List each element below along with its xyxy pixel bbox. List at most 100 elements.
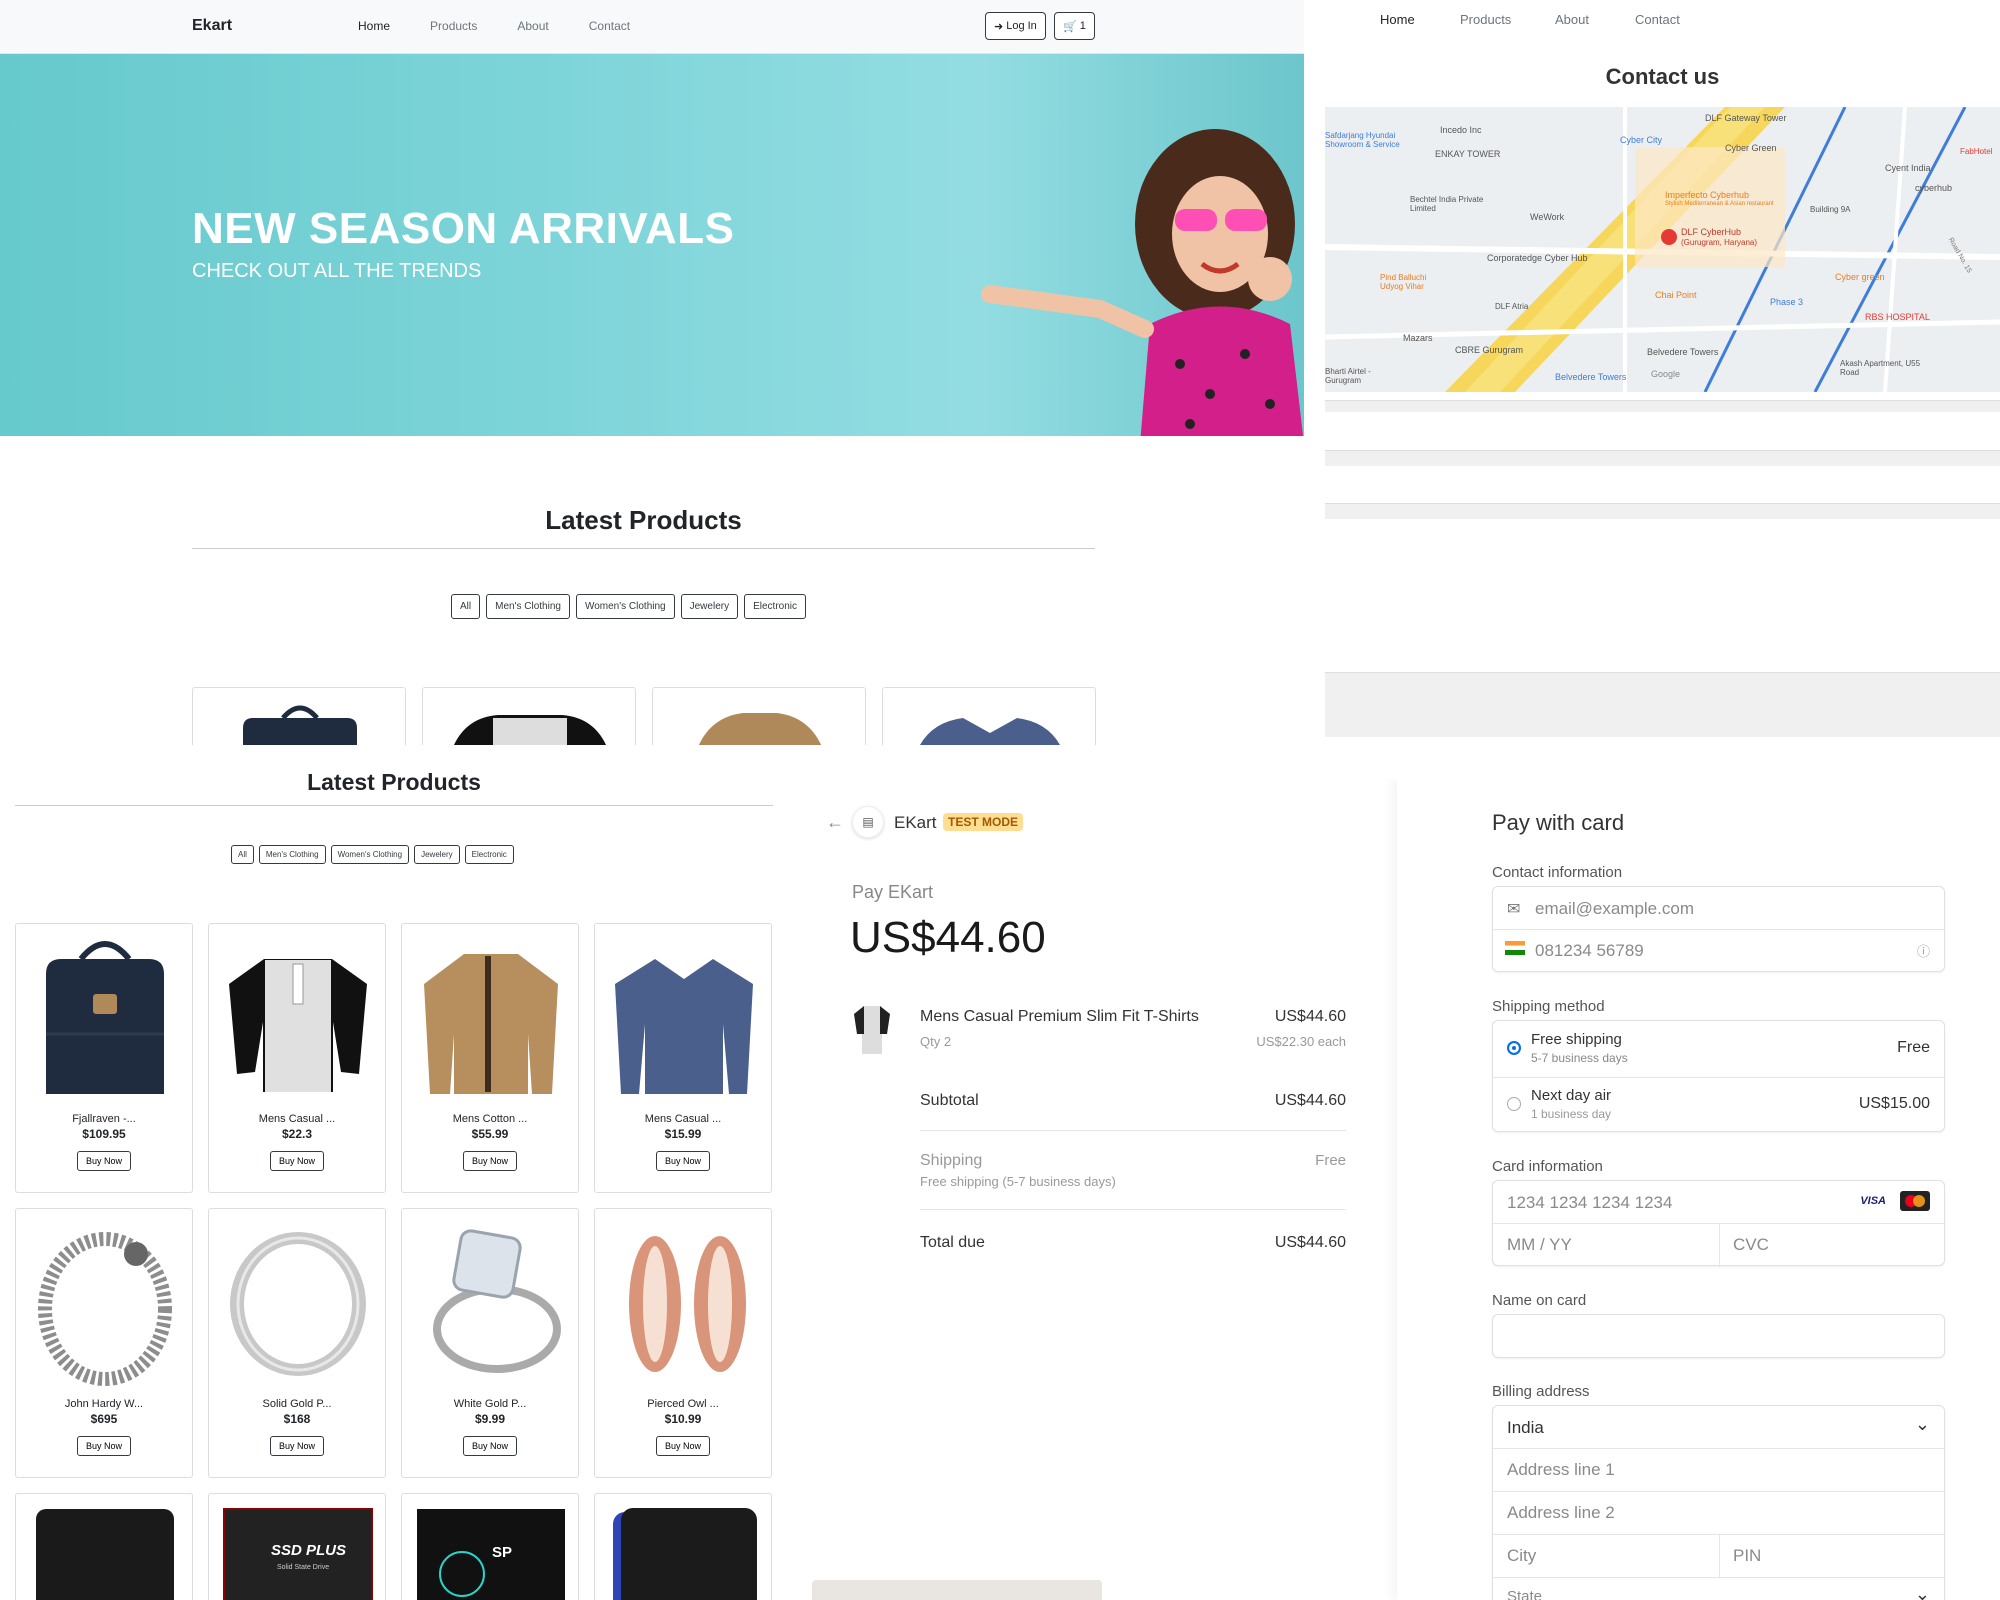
filter-jewelery[interactable]: Jewelery <box>680 594 739 619</box>
buy-now-button[interactable]: Buy Now <box>76 1151 131 1171</box>
contact-nav-contact[interactable]: Contact <box>1635 12 1680 27</box>
login-button[interactable]: ➜ Log In <box>985 12 1046 40</box>
contact-nav-home[interactable]: Home <box>1380 12 1415 27</box>
buy-now-button[interactable]: Buy Now <box>462 1151 517 1171</box>
info-icon[interactable]: ⓘ <box>1917 941 1930 960</box>
product-card[interactable] <box>652 687 866 745</box>
product-name: Mens Casual ... <box>644 1113 722 1125</box>
product-card[interactable]: Fjallraven -... $109.95 Buy Now <box>15 923 193 1193</box>
product-card[interactable] <box>15 1493 193 1600</box>
free-shipping-price: Free <box>1897 1039 1930 1056</box>
divider <box>1493 929 1944 930</box>
nav-home[interactable]: Home <box>358 19 390 33</box>
pay-label: Pay EKart <box>852 882 934 902</box>
total-due-value: US$44.60 <box>1274 1234 1346 1251</box>
india-flag-icon[interactable] <box>1505 941 1525 955</box>
free-shipping-radio[interactable] <box>1507 1041 1521 1055</box>
product-card[interactable]: Solid Gold P... $168 Buy Now <box>208 1208 386 1478</box>
contact-nav-about[interactable]: About <box>1555 12 1589 27</box>
nav-about[interactable]: About <box>517 19 548 33</box>
filter-womens-clothing[interactable]: Women's Clothing <box>575 594 675 619</box>
product-card[interactable]: Pierced Owl ... $10.99 Buy Now <box>594 1208 772 1478</box>
filter-all[interactable]: All <box>231 845 254 864</box>
expiry-input[interactable]: MM / YY <box>1507 1235 1572 1255</box>
login-label: Log In <box>1006 20 1037 32</box>
buy-now-button[interactable]: Buy Now <box>269 1151 324 1171</box>
merchant-name: EKart <box>894 813 937 832</box>
next-day-radio[interactable] <box>1507 1097 1521 1111</box>
filter-mens-clothing[interactable]: Men's Clothing <box>486 594 570 619</box>
nav-links: Home Products About Contact <box>358 19 670 33</box>
earrings-icon <box>629 1236 746 1372</box>
cvc-input[interactable]: CVC <box>1733 1235 1769 1255</box>
brand-logo[interactable]: Ekart <box>192 17 232 35</box>
google-map[interactable]: DLF Gateway Tower Cyber City Cyber Green… <box>1325 107 2000 392</box>
back-arrow-icon[interactable]: ← <box>826 812 844 833</box>
product-card[interactable] <box>192 687 406 745</box>
product-card[interactable]: John Hardy W... $695 Buy Now <box>15 1208 193 1478</box>
hard-drive-icon <box>36 1509 174 1600</box>
divider <box>1493 1077 1944 1078</box>
pin-input[interactable]: PIN <box>1733 1546 1761 1566</box>
buy-now-button[interactable]: Buy Now <box>269 1436 324 1456</box>
map-label: Incedo Inc <box>1440 125 1482 135</box>
total-due-label: Total due <box>920 1234 985 1251</box>
product-card[interactable] <box>422 687 636 745</box>
product-card[interactable]: SP <box>401 1493 579 1600</box>
chevron-down-icon[interactable]: ⌄ <box>1915 1414 1930 1435</box>
map-label: Building 9A <box>1810 205 1851 214</box>
product-card[interactable] <box>594 1493 772 1600</box>
filter-mens-clothing[interactable]: Men's Clothing <box>258 845 326 864</box>
buy-now-button[interactable]: Buy Now <box>76 1436 131 1456</box>
map-label: Corporatedge Cyber Hub <box>1487 253 1588 263</box>
product-card[interactable]: Mens Casual ... $22.3 Buy Now <box>208 923 386 1193</box>
buy-now-button[interactable]: Buy Now <box>655 1151 710 1171</box>
map-label: Pind Balluchi Udyog Vihar <box>1380 273 1427 291</box>
visa-icon: VISA <box>1860 1195 1886 1207</box>
product-price: $168 <box>283 1412 311 1426</box>
next-day-days: 1 business day <box>1531 1107 1612 1121</box>
product-card[interactable]: Mens Cotton ... $55.99 Buy Now <box>401 923 579 1193</box>
country-select[interactable]: India <box>1507 1418 1544 1438</box>
shipping-method-label: Shipping method <box>1492 998 1605 1015</box>
product-price: $55.99 <box>471 1127 509 1141</box>
filter-all[interactable]: All <box>451 594 481 619</box>
ssd-label: SSD PLUS <box>271 1542 347 1559</box>
address-line-1-input[interactable]: Address line 1 <box>1507 1460 1615 1480</box>
filter-electronic[interactable]: Electronic <box>744 594 806 619</box>
nav-contact[interactable]: Contact <box>589 19 630 33</box>
chevron-down-icon[interactable]: ⌄ <box>1915 1584 1930 1600</box>
buy-now-button[interactable]: Buy Now <box>655 1436 710 1456</box>
products-section-title: Latest Products <box>307 769 481 795</box>
card-info-label: Card information <box>1492 1158 1603 1175</box>
ssd-sublabel: Solid State Drive <box>277 1564 330 1571</box>
name-on-card-input[interactable] <box>1492 1314 1945 1358</box>
nav-products[interactable]: Products <box>430 19 477 33</box>
divider <box>1493 1577 1944 1578</box>
item-name: Mens Casual Premium Slim Fit T-Shirts <box>920 1008 1199 1025</box>
filter-jewelery[interactable]: Jewelery <box>414 845 460 864</box>
product-card[interactable]: Mens Casual ... $15.99 Buy Now <box>594 923 772 1193</box>
jacket-icon <box>424 954 558 1094</box>
buy-now-button[interactable]: Buy Now <box>462 1436 517 1456</box>
filter-womens-clothing[interactable]: Women's Clothing <box>330 845 410 864</box>
product-card[interactable]: SSD PLUS Solid State Drive <box>208 1493 386 1600</box>
card-number-input[interactable]: 1234 1234 1234 1234 <box>1507 1193 1672 1213</box>
city-input[interactable]: City <box>1507 1546 1536 1566</box>
phone-input[interactable]: 081234 56789 <box>1535 941 1644 961</box>
product-card[interactable]: White Gold P... $9.99 Buy Now <box>401 1208 579 1478</box>
category-filters: All Men's Clothing Women's Clothing Jewe… <box>451 594 806 619</box>
state-select[interactable]: State <box>1507 1588 1542 1600</box>
email-input[interactable]: email@example.com <box>1535 899 1694 919</box>
shipping-label: Shipping <box>920 1152 983 1169</box>
sweater-icon <box>615 959 753 1094</box>
filter-electronic[interactable]: Electronic <box>464 845 514 864</box>
free-shipping-label: Free shipping <box>1531 1031 1622 1048</box>
cart-icon: 🛒 <box>1063 20 1077 33</box>
cart-button[interactable]: 🛒 1 <box>1054 12 1095 40</box>
contact-nav-products[interactable]: Products <box>1460 12 1511 27</box>
mastercard-icon <box>1900 1191 1930 1211</box>
product-card[interactable] <box>882 687 1096 745</box>
address-line-2-input[interactable]: Address line 2 <box>1507 1503 1615 1523</box>
card-info-group: 1234 1234 1234 1234 VISA MM / YY CVC <box>1492 1180 1945 1267</box>
